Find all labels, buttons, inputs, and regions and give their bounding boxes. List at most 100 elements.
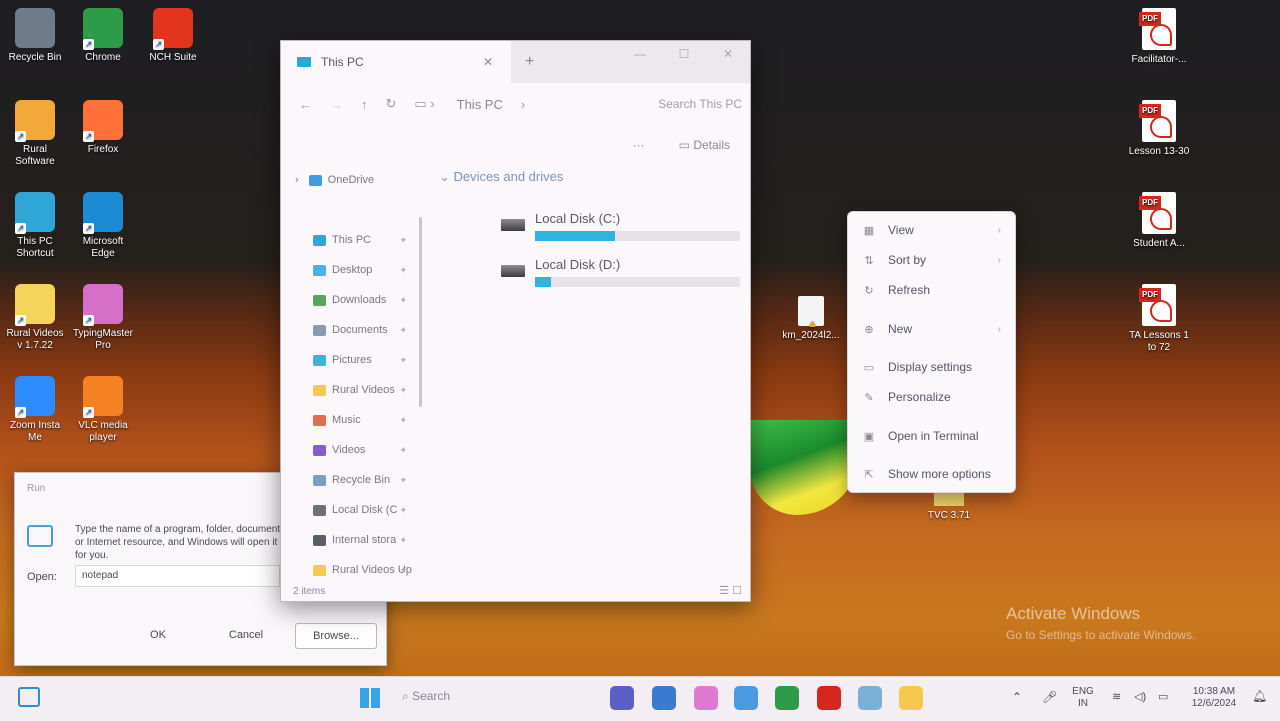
desktop-icon[interactable]: Chrome [68,8,138,64]
menu-item-label: Open in Terminal [888,429,979,443]
desktop-icon[interactable]: This PC Shortcut [0,192,70,260]
menu-item-icon: ✎ [864,391,874,404]
cancel-button[interactable]: Cancel [206,623,286,647]
taskbar-store-icon[interactable] [652,686,676,710]
menu-item-label: Sort by [888,253,927,267]
notification-bell-icon[interactable]: 🔔︎ [1252,690,1267,702]
nav-item[interactable]: Music ✦ [281,405,421,435]
forward-arrow-icon[interactable]: → [330,97,343,112]
pin-icon: ✦ [399,564,407,575]
desktop-icon-label: TypingMaster Pro [72,328,134,351]
app-icon [83,192,123,234]
desktop-icon[interactable]: Rural Videos v 1.7.22 [0,284,70,352]
context-menu-item[interactable]: ⇅ Sort by › [848,247,1015,273]
drive-item[interactable]: Local Disk (D:) [501,257,741,297]
desktop-icon[interactable]: Firefox [68,100,138,156]
microphone-icon[interactable]: 🎤︎ [1042,691,1057,703]
nav-item[interactable]: Desktop ✦ [281,255,421,285]
taskbar-run-icon[interactable] [858,686,882,710]
desktop-icon[interactable]: Zoom Insta Me [0,376,70,444]
drive-item[interactable]: Local Disk (C:) [501,211,741,251]
nav-item[interactable]: Rural Videos ✦ [281,375,421,405]
pdf-file-icon[interactable]: Facilitator-... [1124,8,1194,66]
nav-item[interactable]: Local Disk (C ✦ [281,495,421,525]
menu-item-icon: ↻ [864,284,874,297]
taskbar-acrobat-icon[interactable] [817,686,841,710]
nav-item-icon [313,534,326,546]
nav-item[interactable]: Downloads ✦ [281,285,421,315]
details-button[interactable]: ▭ Details [679,138,730,152]
app-icon [83,376,123,418]
context-menu-item[interactable]: ✎ Personalize [848,384,1015,410]
nav-item[interactable]: This PC ✦ [281,225,421,255]
nav-item[interactable]: Internal stora ✦ [281,525,421,555]
context-menu-item[interactable]: ↻ Refresh [848,277,1015,303]
pdf-file-icon[interactable]: TA Lessons 1 to 72 [1124,284,1194,354]
desktop-icon[interactable]: Microsoft Edge [68,192,138,260]
tab-title: This PC [321,55,364,69]
desktop-icon-label: Rural Videos v 1.7.22 [6,328,64,351]
refresh-icon[interactable]: ↻ [386,96,397,112]
language-indicator[interactable]: ENG IN [1066,686,1100,710]
context-menu-item[interactable]: ⇱ Show more options [848,461,1015,487]
up-arrow-icon[interactable]: ↑ [361,97,368,112]
desktop-icon[interactable]: VLC media player [68,376,138,444]
volume-icon[interactable]: ◁) [1134,691,1146,703]
nav-item[interactable]: › OneDrive [281,165,421,195]
context-menu-item[interactable]: ⊕ New › [848,316,1015,342]
start-button[interactable] [360,688,380,708]
battery-icon[interactable]: ▭ [1158,691,1168,703]
taskbar-clock-icon[interactable] [734,686,758,710]
desktop-icon[interactable]: TypingMaster Pro [68,284,138,352]
desktop-icon[interactable]: NCH Suite [138,8,208,64]
pin-icon: ✦ [399,504,407,515]
nav-item[interactable]: Rural Videos Up ✦ [281,555,421,585]
browse-button[interactable]: Browse... [295,623,377,649]
taskbar-search[interactable]: ⌕ Search [402,689,450,704]
new-tab-button[interactable]: + [525,53,534,71]
show-hidden-icons[interactable]: ⌃ [1012,691,1022,703]
widgets-icon[interactable] [18,687,40,707]
nav-item[interactable]: Documents ✦ [281,315,421,345]
wifi-icon[interactable]: ≋ [1112,691,1121,703]
pin-icon: ✦ [399,324,407,335]
chevron-right-icon[interactable]: › [295,174,299,186]
desktop-icon[interactable]: Rural Software [0,100,70,168]
close-window-button[interactable]: ✕ [706,41,750,71]
nav-item-icon [313,354,326,366]
view-toggle-icons[interactable]: ☰ ☐ [719,584,742,597]
group-header-devices[interactable]: ⌄ Devices and drives [431,169,750,185]
this-pc-icon [297,57,311,67]
nav-item[interactable]: Pictures ✦ [281,345,421,375]
back-arrow-icon[interactable]: ← [299,97,312,112]
nav-item[interactable]: Videos ✦ [281,435,421,465]
breadcrumb[interactable]: This PC [457,97,503,112]
nav-scrollbar[interactable] [419,217,422,407]
navigation-pane: › OneDrive This PC ✦ Desktop ✦ Downloads ✦ Docum… [281,165,421,585]
tab-this-pc[interactable]: This PC ✕ [281,41,511,83]
context-menu-item[interactable]: ▣ Open in Terminal [848,423,1015,449]
search-input[interactable]: Search This PC [658,97,742,111]
open-input[interactable]: notepad [75,565,280,587]
drive-usage-fill [535,277,552,287]
desktop-file-km[interactable]: km_2024l2... [776,296,846,341]
maximize-button[interactable]: ☐ [662,41,706,71]
status-item-count: 2 items [293,586,326,597]
more-options-button[interactable]: ··· [633,138,645,152]
context-menu-item[interactable]: ▦ View › [848,217,1015,243]
taskbar-teams-icon[interactable] [610,686,634,710]
chevron-right-icon[interactable]: › [521,97,525,112]
pdf-file-icon[interactable]: Lesson 13-30 [1124,100,1194,158]
address-bar: ← → ↑ ↻ ▭ › This PC › Search This PC [281,83,750,125]
pdf-file-icon[interactable]: Student A... [1124,192,1194,250]
taskbar-file-explorer-icon[interactable] [899,686,923,710]
nav-item[interactable]: Recycle Bin ✦ [281,465,421,495]
desktop-icon[interactable]: Recycle Bin [0,8,70,64]
minimize-button[interactable]: — [618,41,662,71]
context-menu-item[interactable]: ▭ Display settings [848,354,1015,380]
taskbar-copilot-icon[interactable] [694,686,718,710]
ok-button[interactable]: OK [118,623,198,647]
clock[interactable]: 10:38 AM 12/6/2024 [1182,686,1246,710]
close-tab-icon[interactable]: ✕ [483,55,493,69]
taskbar-chrome-icon[interactable] [775,686,799,710]
